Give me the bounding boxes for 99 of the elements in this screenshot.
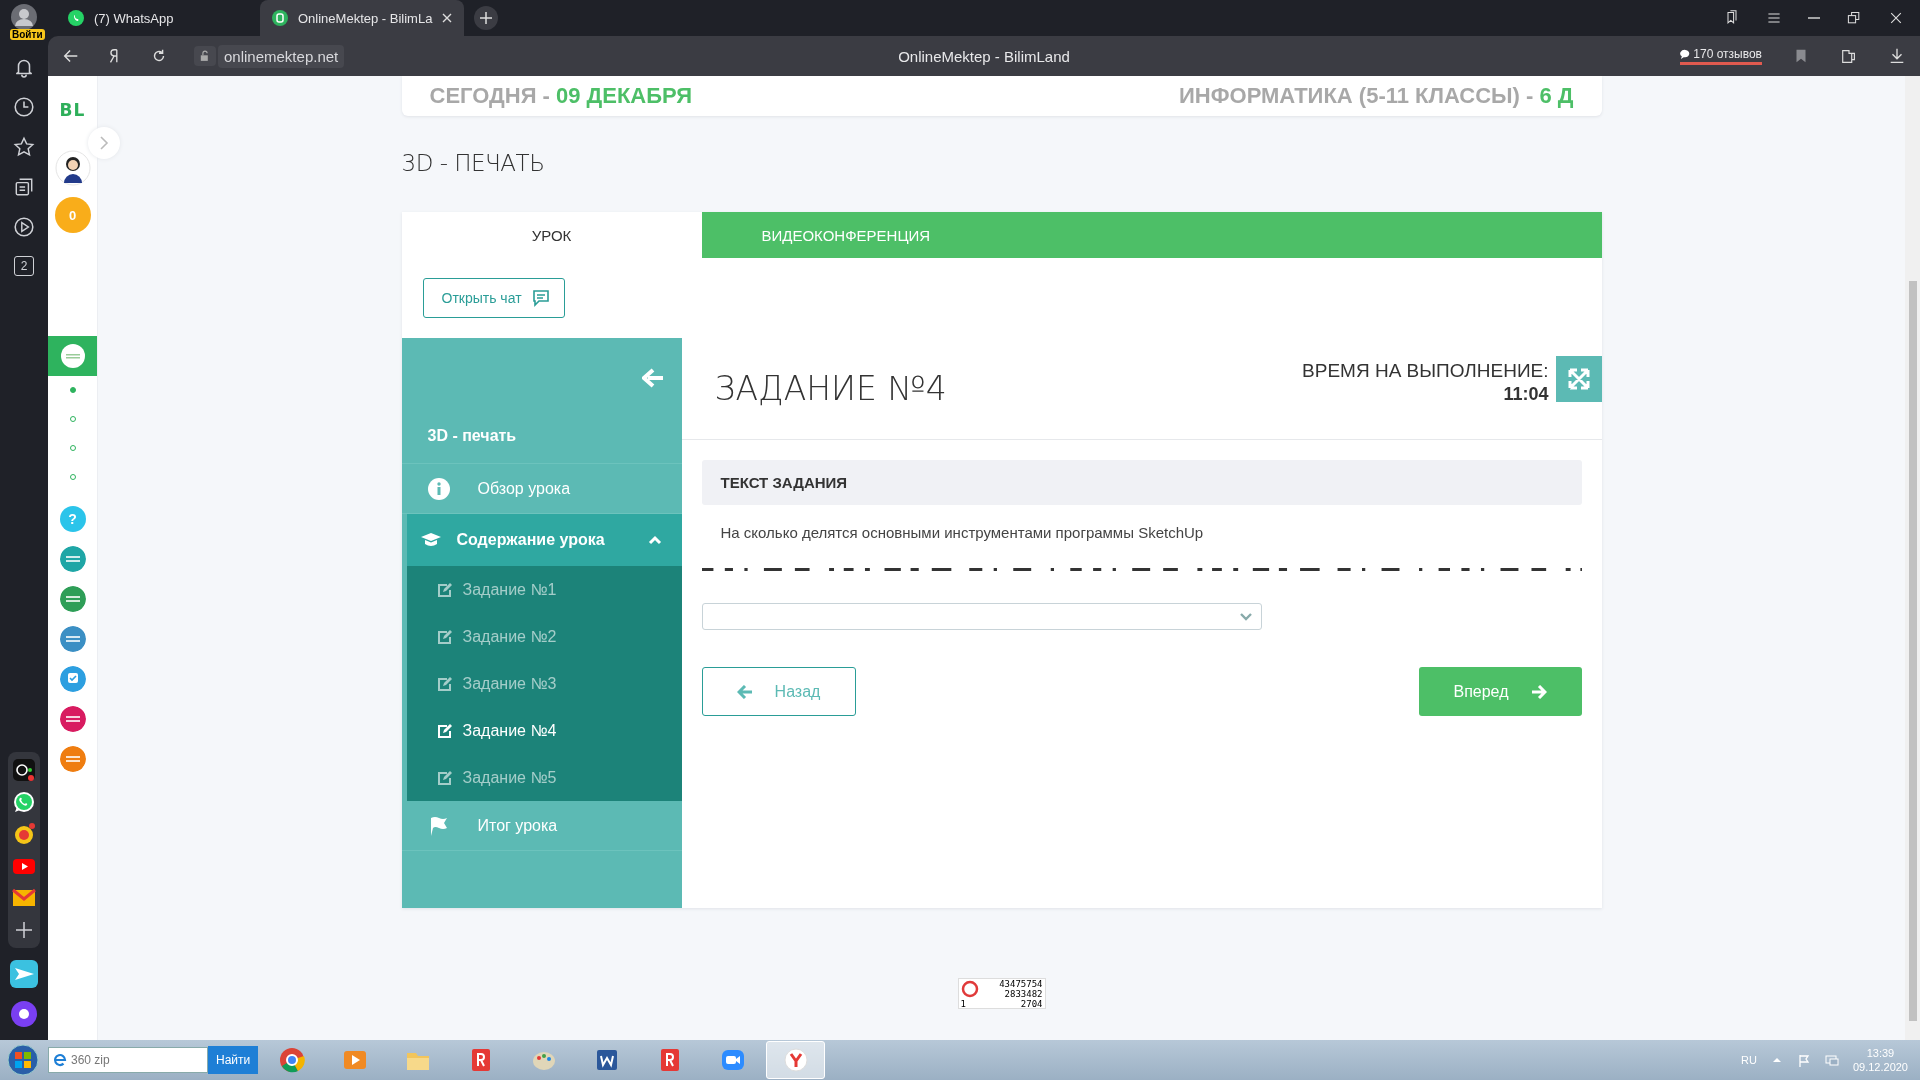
question-text: На сколько делятся основными инструментами программы SketchUp [719,523,1205,541]
reviews-button[interactable]: 170 отзывов [1680,47,1762,65]
edit-icon [436,675,453,692]
chat-icon [531,289,550,307]
task-link[interactable]: Задание №4 [406,707,682,754]
app-logo-icon[interactable] [59,586,86,612]
back-icon [62,47,80,65]
new-tab-button[interactable] [474,6,499,30]
info-icon [427,477,450,500]
flag-icon [1796,1053,1811,1067]
task-link[interactable]: Задание №3 [406,660,682,707]
restore-icon [1846,10,1862,26]
menu-title: 3D - печать [401,388,682,464]
time-remaining: 11:04 [1502,384,1549,405]
address-field[interactable]: onlinemektep.net [218,44,345,68]
chevron-down-icon [1238,611,1253,622]
page-title: OnlineMektep - BilimLand [898,47,1070,65]
start-button-icon [6,1043,40,1077]
chevron-right-icon [98,135,110,151]
chat-bubble-icon [12,790,36,814]
date-heading: СЕГОДНЯ - 09 ДЕКАБРЯ [429,83,692,109]
extensions-icon [1840,47,1858,65]
class-heading: ИНФОРМАТИКА (5-11 КЛАССЫ) - 6 Д [1179,83,1574,109]
expand-arrows-icon [1566,367,1591,391]
tab-count[interactable]: 2 [14,256,34,276]
edit-icon [436,628,453,645]
app-logo-icon[interactable] [59,626,86,652]
next-button[interactable]: Вперед [1418,667,1582,716]
chat-app-icon [68,10,84,26]
menu-icon [1766,10,1782,26]
login-badge[interactable]: Войти [10,29,45,40]
search-field[interactable]: 360 zip [48,1047,208,1073]
send-icon [10,960,38,988]
answer-select[interactable] [701,603,1262,630]
clock-time[interactable]: 13:39 [1866,1046,1895,1060]
visitors-count: 2833482 [1004,989,1043,999]
coins-badge[interactable]: 0 [54,197,91,233]
app-logo-icon[interactable] [59,546,86,572]
close-icon [1888,10,1904,26]
search-button[interactable]: Найти [208,1046,259,1074]
fullscreen-button[interactable] [1555,356,1602,402]
edit-icon [436,722,453,739]
help-icon[interactable]: ? [59,506,86,532]
browser-globe-icon [53,1053,67,1067]
user-avatar-icon[interactable] [54,150,91,186]
back-button[interactable]: Назад [701,667,856,716]
network-icon [1824,1053,1839,1067]
scrollbar-thumb[interactable] [1908,281,1917,1021]
site-favicon-icon [272,10,288,26]
chevron-icon [647,535,662,545]
camera-icon [12,758,36,782]
app-logo-icon [59,343,86,369]
task-title: ЗАДАНИЕ №4 [714,369,947,408]
task-link[interactable]: Задание №5 [406,754,682,801]
arrow-right-icon [1530,684,1547,699]
views-count: 43475754 [999,979,1043,989]
task-link[interactable]: Задание №1 [406,566,682,613]
time-label: ВРЕМЯ НА ВЫПОЛНЕНИЕ: [1302,360,1549,382]
star-icon [13,136,35,158]
lesson-tab[interactable]: УРОК [401,212,702,258]
ring-icon [960,980,979,998]
graduation-cap-icon [420,532,441,548]
plus-icon [480,12,493,24]
bookmark-icon [1724,10,1740,26]
taskbar-app-button[interactable] [766,1041,826,1079]
chrome-app-icon [277,1046,306,1074]
site-logo[interactable]: BL [59,100,86,120]
edit-icon [436,769,453,786]
clock-icon [13,96,35,118]
browser-tab[interactable]: (7) WhatsApp [56,0,256,36]
collections-icon [13,176,35,198]
browser-tab[interactable]: OnlineMektep - BilimLa [260,0,465,36]
arrow-left-icon [736,684,753,699]
minimize-icon [1808,17,1820,19]
nav-dot[interactable] [69,387,76,393]
speech-bubble-icon [1680,48,1692,60]
checklist-icon[interactable] [59,666,86,692]
app-logo-icon[interactable] [59,746,86,772]
assistant-icon [10,1000,38,1028]
profile-avatar-icon[interactable] [11,4,37,30]
today-count: 2704 [1020,999,1043,1009]
lesson-title: 3D - ПЕЧАТЬ [401,150,546,176]
open-chat-button[interactable]: Открыть чат [422,278,565,318]
online-count: 1 [960,999,967,1009]
collapse-arrow-icon[interactable] [641,368,664,388]
close-tab-icon[interactable] [442,13,453,23]
menu-group-header[interactable]: Содержание урока [406,514,682,566]
section-heading: ТЕКСТ ЗАДАНИЯ [701,460,1582,505]
language-indicator[interactable]: RU [1741,1054,1757,1066]
app-logo-icon[interactable] [59,706,86,732]
menu-item[interactable]: Итог урока [401,801,682,851]
active-app-item[interactable] [48,336,97,376]
music-icon [12,822,36,846]
lesson-tab[interactable]: ВИДЕОКОНФЕРЕНЦИЯ [701,212,1602,258]
clock-date[interactable]: 09.12.2020 [1852,1060,1908,1074]
edit-icon [436,581,453,598]
play-icon [13,216,35,238]
task-link[interactable]: Задание №2 [406,613,682,660]
download-icon [1888,47,1906,65]
